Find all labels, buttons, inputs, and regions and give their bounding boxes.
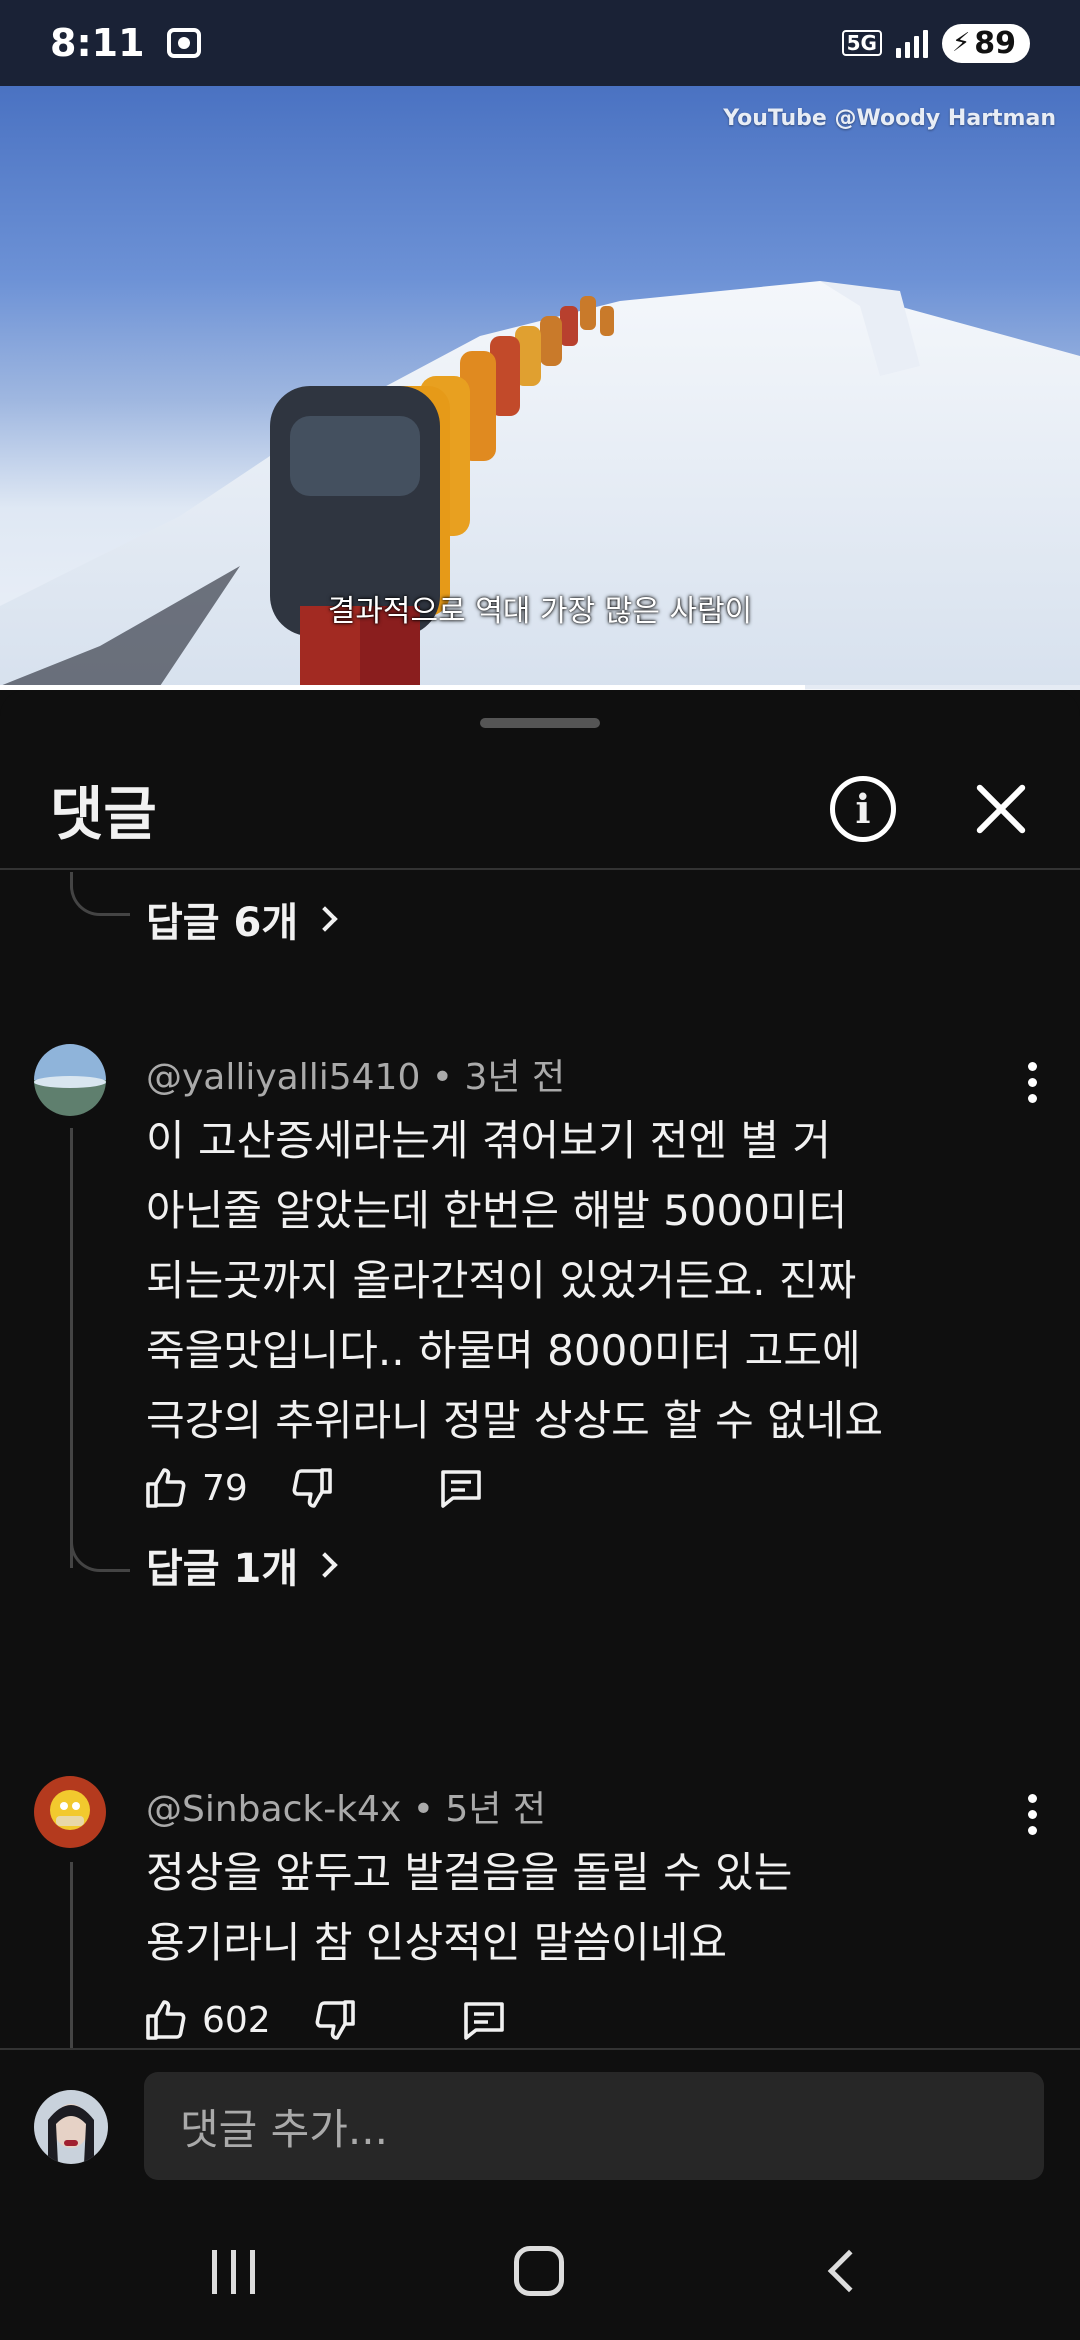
comment-input-placeholder: 댓글 추가... xyxy=(180,2104,388,2154)
comment-reply-icon xyxy=(463,2002,504,2040)
video-player[interactable]: YouTube @Woody Hartman 결과적으로 역대 가장 많은 사람… xyxy=(0,86,1080,690)
comments-header: 댓글 i xyxy=(0,750,1080,870)
comment-actions: 79 xyxy=(142,1464,486,1512)
thread-connector xyxy=(70,872,130,916)
info-icon[interactable]: i xyxy=(830,776,896,842)
comment-author[interactable]: @yalliyalli5410 xyxy=(146,1057,420,1098)
comment-reply-icon xyxy=(441,1470,481,1508)
back-icon[interactable] xyxy=(827,2249,871,2293)
comment-item: @Sinback-k4x • 5년 전 정상을 앞두고 발걸음을 돌릴 수 있는… xyxy=(0,1776,1080,2050)
signal-icon xyxy=(895,28,928,58)
comment-age: 3년 전 xyxy=(464,1057,566,1098)
comment-meta: @yalliyalli5410 • 3년 전 xyxy=(146,1057,566,1098)
replies-label: 답글 6개 xyxy=(146,900,299,946)
comment-actions: 602 xyxy=(142,1996,509,2044)
add-comment-bar: 댓글 추가... xyxy=(0,2048,1080,2198)
home-icon[interactable] xyxy=(514,2246,564,2296)
more-options-icon[interactable] xyxy=(1028,1062,1040,1103)
battery-indicator: ⚡ 89 xyxy=(941,23,1030,63)
battery-level: 89 xyxy=(974,25,1016,61)
comment-text: 정상을 앞두고 발걸음을 돌릴 수 있는 용기라니 참 인상적인 말씀이네요 xyxy=(146,1848,793,1967)
replies-label: 답글 1개 xyxy=(146,1546,299,1592)
comment-input[interactable]: 댓글 추가... xyxy=(144,2072,1044,2180)
comment-text: 이 고산증세라는게 겪어보기 전엔 별 거 아닌줄 알았는데 한번은 해발 50… xyxy=(146,1116,883,1445)
status-bar: 8:11 5G ⚡ 89 xyxy=(0,0,1080,86)
chevron-right-icon xyxy=(312,1552,338,1578)
thread-line xyxy=(70,1128,73,1568)
thumb-up-icon xyxy=(146,1468,186,1508)
reply-button[interactable] xyxy=(459,1996,509,2044)
system-nav-bar xyxy=(0,2198,1080,2340)
thumb-down-icon xyxy=(315,2000,355,2040)
like-count: 79 xyxy=(202,1467,248,1509)
video-watermark: YouTube @Woody Hartman xyxy=(723,106,1056,131)
reply-button[interactable] xyxy=(436,1464,486,1512)
thumb-down-icon xyxy=(292,1468,332,1508)
network-type: 5G xyxy=(841,30,882,56)
like-count: 602 xyxy=(202,1999,271,2041)
avatar[interactable] xyxy=(34,1776,106,1848)
dislike-button[interactable] xyxy=(288,1464,336,1512)
thumb-up-icon xyxy=(146,2000,186,2040)
comments-list[interactable]: 답글 6개 @yalliyalli5410 • 3년 전 이 고산증세라는게 겪… xyxy=(0,872,1080,2050)
user-avatar xyxy=(34,2090,108,2164)
comments-sheet: 댓글 i 답글 6개 @yalliyalli5410 • 3년 전 이 고산증세… xyxy=(0,690,1080,2050)
chevron-right-icon xyxy=(312,906,338,932)
replies-button[interactable]: 답글 6개 xyxy=(146,890,338,948)
comment-age: 5년 전 xyxy=(445,1789,546,1830)
more-options-icon[interactable] xyxy=(1028,1794,1040,1835)
battery-charging-icon: ⚡ xyxy=(951,28,971,58)
status-time: 8:11 xyxy=(50,21,145,65)
like-button[interactable]: 602 xyxy=(142,1996,271,2044)
comment-author[interactable]: @Sinback-k4x xyxy=(146,1789,401,1830)
thread-line xyxy=(70,1862,73,2050)
replies-button[interactable]: 답글 1개 xyxy=(146,1536,338,1594)
avatar[interactable] xyxy=(34,1044,106,1116)
comment-item: @yalliyalli5410 • 3년 전 이 고산증세라는게 겪어보기 전엔… xyxy=(0,1044,1080,1509)
recents-icon[interactable] xyxy=(212,2250,255,2294)
comments-title: 댓글 xyxy=(50,780,157,848)
thread-connector xyxy=(70,1522,130,1572)
like-button[interactable]: 79 xyxy=(142,1464,248,1512)
comment-meta: @Sinback-k4x • 5년 전 xyxy=(146,1789,546,1830)
dislike-button[interactable] xyxy=(311,1996,359,2044)
drag-handle[interactable] xyxy=(480,718,600,728)
screen-record-icon xyxy=(166,28,201,58)
close-icon[interactable] xyxy=(972,780,1030,838)
video-subtitle: 결과적으로 역대 가장 많은 사람이 xyxy=(327,594,753,629)
